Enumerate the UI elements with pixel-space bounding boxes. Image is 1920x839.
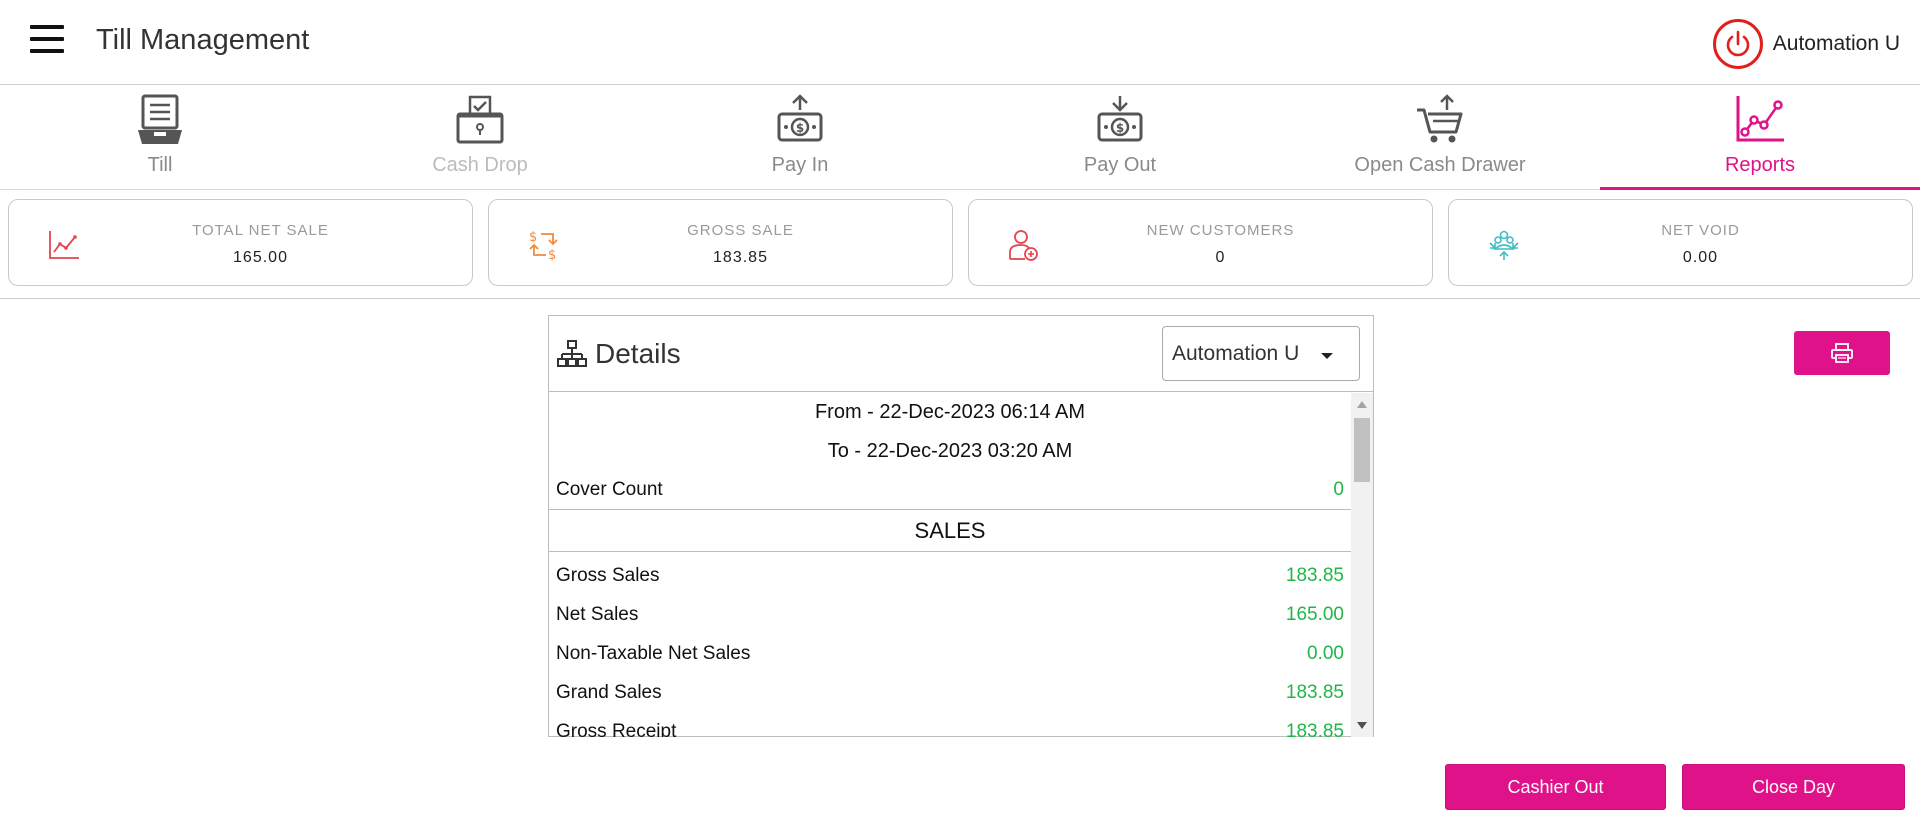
user-select-dropdown[interactable]: Automation U	[1162, 326, 1360, 381]
tab-label: Till	[147, 154, 173, 176]
tab-label: Pay In	[771, 154, 829, 176]
row-value: 0.00	[1307, 642, 1344, 664]
row-label: Gross Sales	[556, 564, 660, 586]
tab-till[interactable]: Till	[0, 86, 320, 189]
tab-pay-in[interactable]: $ Pay In	[640, 86, 960, 189]
stat-card-gross-sale: $ $ GROSS SALE 183.85	[488, 199, 953, 286]
reports-chart-icon	[1732, 92, 1788, 148]
report-row: Gross Sales 183.85	[549, 556, 1351, 595]
sitemap-icon	[557, 340, 587, 367]
cart-icon	[1412, 92, 1468, 148]
details-body: From - 22-Dec-2023 06:14 AM To - 22-Dec-…	[549, 393, 1351, 737]
tab-label: Reports	[1724, 154, 1796, 176]
till-drawer-icon	[132, 92, 188, 148]
pay-in-icon: $	[772, 92, 828, 148]
stat-label: TOTAL NET SALE	[192, 222, 329, 239]
tab-pay-out[interactable]: $ Pay Out	[960, 86, 1280, 189]
stat-label: GROSS SALE	[687, 222, 794, 239]
print-button[interactable]	[1794, 331, 1890, 375]
scroll-up-arrow-icon[interactable]	[1357, 401, 1367, 408]
report-row: Net Sales 165.00	[549, 595, 1351, 634]
sales-section-title: SALES	[549, 510, 1351, 552]
stat-label: NET VOID	[1661, 222, 1740, 239]
row-value: 183.85	[1285, 720, 1344, 738]
stat-card-total-net-sale: TOTAL NET SALE 165.00	[8, 199, 473, 286]
row-value: 165.00	[1285, 603, 1344, 625]
cash-drop-box-icon	[452, 92, 508, 148]
caret-down-icon	[1321, 353, 1333, 359]
hamburger-menu-icon[interactable]	[30, 25, 64, 57]
pay-out-icon: $	[1092, 92, 1148, 148]
report-row: Non-Taxable Net Sales 0.00	[549, 634, 1351, 673]
user-name: Automation U	[1772, 32, 1900, 55]
row-value: 183.85	[1285, 564, 1344, 586]
close-day-button[interactable]: Close Day	[1682, 764, 1905, 810]
row-label: Non-Taxable Net Sales	[556, 642, 751, 664]
row-value: 0	[1333, 479, 1344, 500]
row-label: Gross Receipt	[556, 720, 677, 738]
row-label: Grand Sales	[556, 681, 662, 703]
svg-text:$: $	[1116, 121, 1124, 135]
tab-label: Cash Drop	[432, 154, 528, 176]
details-scrollbar[interactable]	[1351, 393, 1373, 737]
stat-card-net-void: NET VOID 0.00	[1448, 199, 1913, 286]
scroll-down-arrow-icon[interactable]	[1357, 722, 1367, 729]
stat-cards: TOTAL NET SALE 165.00 $ $ GROSS SALE 183…	[8, 199, 1913, 286]
user-select-value: Automation U	[1172, 341, 1300, 365]
stat-value: 0.00	[1682, 249, 1719, 266]
stat-card-new-customers: NEW CUSTOMERS 0	[968, 199, 1433, 286]
printer-icon	[1831, 343, 1853, 363]
tab-label: Open Cash Drawer	[1354, 154, 1526, 176]
details-title-text: Details	[595, 338, 681, 369]
details-panel: Details Automation U From - 22-Dec-2023 …	[548, 315, 1374, 737]
details-header: Details Automation U	[549, 316, 1373, 392]
tab-bar: Till Cash Drop $ Pay In $ Pay Out Open C…	[0, 86, 1920, 190]
tab-open-cash-drawer[interactable]: Open Cash Drawer	[1280, 86, 1600, 189]
power-icon[interactable]	[1712, 19, 1763, 69]
tab-cash-drop[interactable]: Cash Drop	[320, 86, 640, 189]
user-menu[interactable]: Automation U	[1712, 19, 1900, 69]
page-title: Till Management	[96, 24, 310, 56]
cover-count-row: Cover Count 0	[549, 471, 1351, 510]
stat-value: 183.85	[713, 249, 768, 266]
tab-reports[interactable]: Reports	[1600, 86, 1920, 190]
stat-value: 165.00	[233, 249, 288, 266]
row-value: 183.85	[1285, 681, 1344, 703]
svg-text:$: $	[796, 121, 804, 135]
divider	[0, 298, 1920, 299]
scrollbar-thumb[interactable]	[1354, 418, 1370, 482]
report-row: Grand Sales 183.85	[549, 673, 1351, 712]
date-from: From - 22-Dec-2023 06:14 AM	[814, 401, 1086, 423]
cashier-out-button[interactable]: Cashier Out	[1445, 764, 1666, 810]
tab-label: Pay Out	[1083, 154, 1157, 176]
row-label: Net Sales	[556, 603, 639, 625]
stat-label: NEW CUSTOMERS	[1146, 222, 1295, 239]
top-bar: Till Management Automation U	[0, 0, 1920, 85]
report-row: Gross Receipt 183.85	[549, 712, 1351, 738]
details-title: Details	[557, 338, 681, 370]
stat-value: 0	[1215, 249, 1226, 266]
row-label: Cover Count	[556, 479, 663, 500]
date-to: To - 22-Dec-2023 03:20 AM	[827, 440, 1073, 462]
